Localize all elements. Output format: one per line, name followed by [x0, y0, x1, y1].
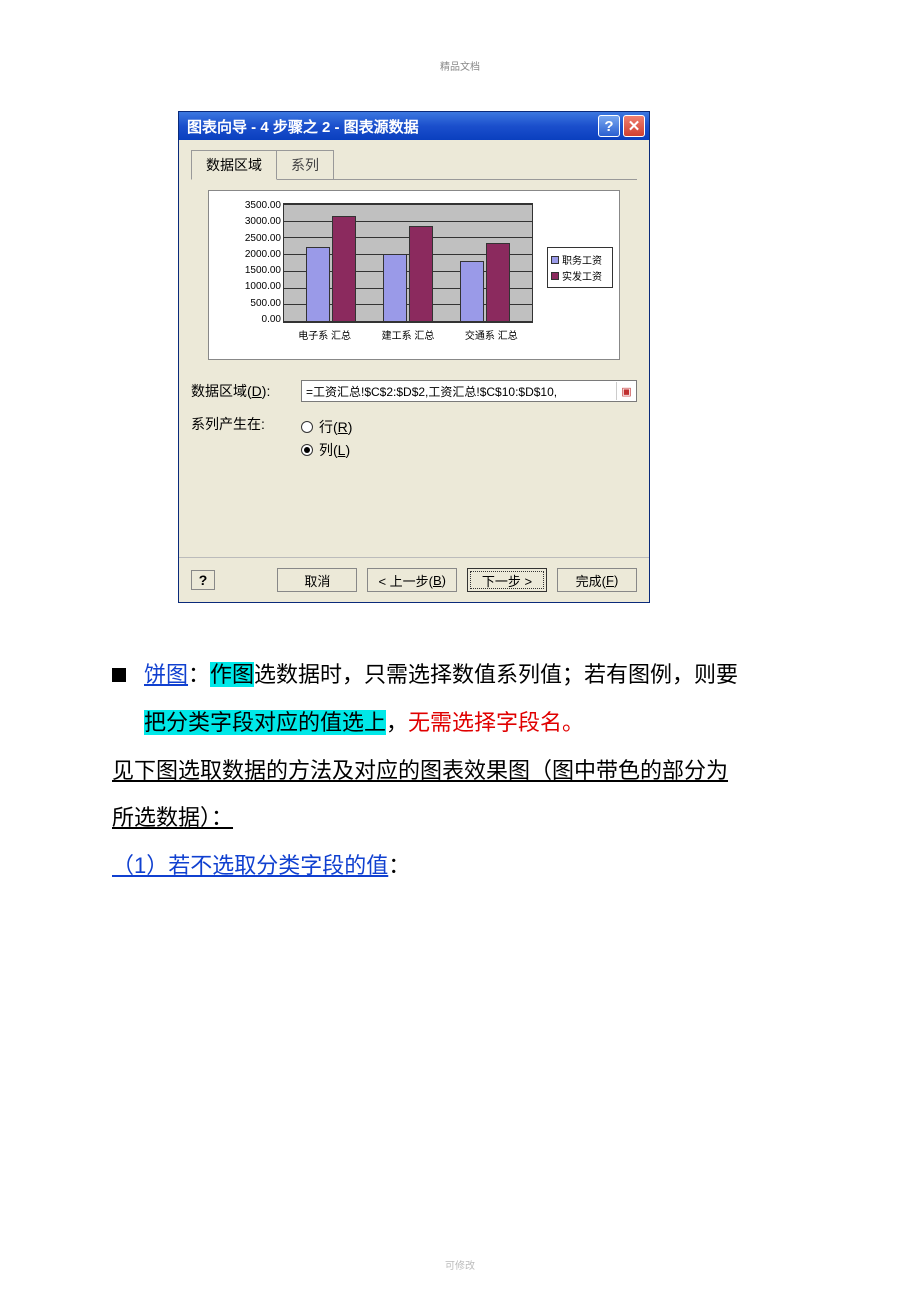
y-tick: 2000.00 [233, 250, 281, 260]
chart-legend: 职务工资 实发工资 [547, 247, 613, 288]
radio-row-column[interactable]: 列(L) [301, 440, 352, 460]
plot-area [283, 203, 533, 323]
data-range-label: 数据区域(D): [191, 381, 301, 401]
highlight-text: 作图 [210, 662, 254, 687]
back-button[interactable]: < 上一步(B) [367, 568, 457, 592]
y-tick: 3500.00 [233, 201, 281, 211]
titlebar[interactable]: 图表向导 - 4 步骤之 2 - 图表源数据 ? ✕ [179, 112, 649, 140]
y-tick: 1500.00 [233, 266, 281, 276]
bar-group [306, 216, 356, 322]
tab-row: 数据区域 系列 [191, 150, 637, 180]
legend-label: 实发工资 [562, 268, 602, 283]
dialog-body: 数据区域 系列 3500.00 3000.00 2500.00 2000.00 … [179, 140, 649, 557]
cancel-button[interactable]: 取消 [277, 568, 357, 592]
x-axis-labels: 电子系 汇总 建工系 汇总 交通系 汇总 [283, 327, 533, 342]
paragraph: 见下图选取数据的方法及对应的图表效果图（图中带色的部分为 [112, 750, 812, 792]
y-tick: 2500.00 [233, 234, 281, 244]
bars [284, 204, 532, 322]
legend-item: 实发工资 [551, 268, 609, 283]
radio-label: 行(R) [319, 417, 352, 437]
header-small-text: 精品文档 [440, 58, 480, 73]
help-icon: ? [604, 118, 613, 135]
pie-chart-link: 饼图 [144, 662, 188, 687]
data-range-row: 数据区域(D): ▣ [191, 380, 637, 402]
x-label: 交通系 汇总 [465, 327, 518, 342]
button-bar: ? 取消 < 上一步(B) 下一步 > 完成(F) [179, 557, 649, 602]
underline-text: 见下图选取数据的方法及对应的图表效果图（图中带色的部分为 [112, 758, 728, 783]
legend-swatch-icon [551, 256, 559, 264]
radio-label: 列(L) [319, 440, 350, 460]
close-icon: ✕ [628, 117, 641, 135]
document-text: 饼图：作图选数据时，只需选择数值系列值；若有图例，则要 把分类字段对应的值选上，… [112, 654, 812, 893]
finish-button[interactable]: 完成(F) [557, 568, 637, 592]
text: ： [188, 662, 210, 687]
bar-series2 [486, 243, 510, 322]
paragraph: （1）若不选取分类字段的值： [112, 845, 812, 887]
y-tick: 3000.00 [233, 217, 281, 227]
help-button[interactable]: ? [191, 570, 215, 590]
bar-group [460, 243, 510, 322]
tab-data-range[interactable]: 数据区域 [191, 150, 277, 180]
bullet-line: 饼图：作图选数据时，只需选择数值系列值；若有图例，则要 [112, 654, 812, 702]
legend-swatch-icon [551, 272, 559, 280]
data-range-input[interactable] [302, 384, 616, 398]
bar-series1 [383, 254, 407, 322]
y-tick: 0.00 [233, 315, 281, 325]
chart-wizard-dialog: 图表向导 - 4 步骤之 2 - 图表源数据 ? ✕ 数据区域 系列 3500.… [178, 111, 650, 603]
legend-item: 职务工资 [551, 252, 609, 267]
bar-series2 [409, 226, 433, 322]
text: 选数据时，只需选择数值系列值；若有图例，则要 [254, 662, 738, 687]
y-axis-ticks: 3500.00 3000.00 2500.00 2000.00 1500.00 … [233, 201, 281, 325]
footer-small-text: 可修改 [445, 1257, 475, 1272]
square-bullet-icon [112, 668, 126, 682]
titlebar-close-button[interactable]: ✕ [623, 115, 645, 137]
radio-icon [301, 444, 313, 456]
blue-underline-text: （1）若不选取分类字段的值 [112, 853, 388, 878]
paragraph: 饼图：作图选数据时，只需选择数值系列值；若有图例，则要 [144, 654, 738, 696]
legend-label: 职务工资 [562, 252, 602, 267]
radio-group: 行(R) 列(L) [301, 414, 352, 463]
text: ： [388, 853, 410, 878]
chart-preview: 3500.00 3000.00 2500.00 2000.00 1500.00 … [208, 190, 620, 360]
bar-series1 [306, 247, 330, 322]
data-range-input-wrap: ▣ [301, 380, 637, 402]
x-label: 建工系 汇总 [382, 327, 435, 342]
radio-icon [301, 421, 313, 433]
titlebar-help-button[interactable]: ? [598, 115, 620, 137]
red-text: 无需选择字段名。 [408, 710, 584, 735]
next-button[interactable]: 下一步 > [467, 568, 547, 592]
text: ， [386, 710, 408, 735]
x-label: 电子系 汇总 [298, 327, 351, 342]
bar-series2 [332, 216, 356, 322]
titlebar-text: 图表向导 - 4 步骤之 2 - 图表源数据 [187, 116, 595, 137]
y-tick: 1000.00 [233, 282, 281, 292]
help-icon: ? [199, 572, 208, 588]
range-picker-button[interactable]: ▣ [616, 382, 636, 400]
highlight-text: 把分类字段对应的值选上 [144, 710, 386, 735]
y-tick: 500.00 [233, 299, 281, 309]
radio-row-row[interactable]: 行(R) [301, 417, 352, 437]
series-in-row: 系列产生在: 行(R) 列(L) [191, 414, 637, 463]
bar-group [383, 226, 433, 322]
series-in-label: 系列产生在: [191, 414, 301, 434]
paragraph: 把分类字段对应的值选上，无需选择字段名。 [144, 702, 812, 744]
underline-text: 所选数据）： [112, 805, 233, 830]
range-picker-icon: ▣ [621, 385, 631, 398]
dialog-container: 图表向导 - 4 步骤之 2 - 图表源数据 ? ✕ 数据区域 系列 3500.… [178, 111, 650, 603]
bar-series1 [460, 261, 484, 322]
spacer [191, 475, 637, 545]
paragraph: 所选数据）： [112, 797, 812, 839]
tab-series[interactable]: 系列 [276, 150, 334, 179]
